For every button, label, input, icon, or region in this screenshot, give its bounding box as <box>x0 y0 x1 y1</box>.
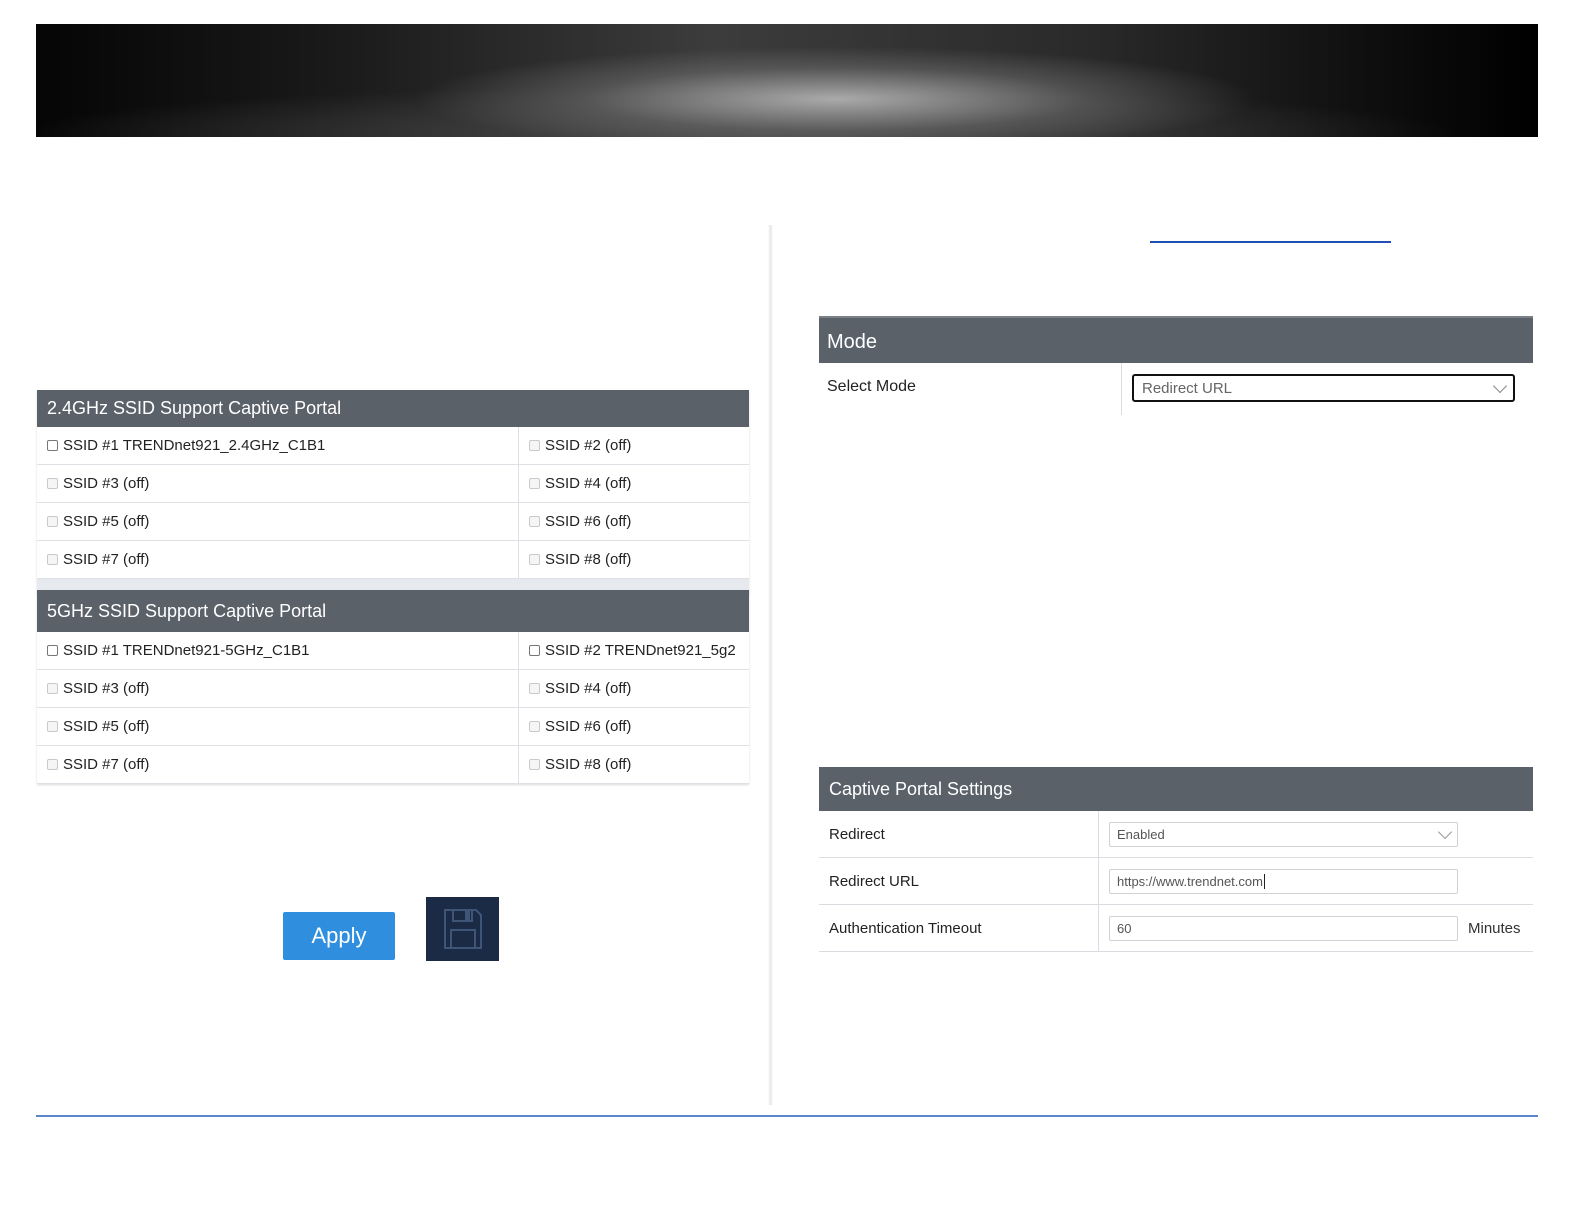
checkbox-icon[interactable] <box>47 440 58 451</box>
redirect-value: Enabled <box>1117 826 1165 842</box>
table-row: SSID #1 TRENDnet921_2.4GHz_C1B1 SSID #2 … <box>37 427 749 465</box>
redirect-url-row: Redirect URL https://www.trendnet.com <box>819 858 1533 905</box>
header-banner <box>36 24 1538 137</box>
redirect-url-label: Redirect URL <box>819 858 1099 904</box>
checkbox-icon <box>529 440 540 451</box>
ssid-5ghz-header: 5GHz SSID Support Captive Portal <box>37 590 749 632</box>
table-row: SSID #7 (off) SSID #8 (off) <box>37 541 749 579</box>
ssid5-8-checkbox: SSID #8 (off) <box>519 746 749 783</box>
captive-portal-panel: Captive Portal Settings Redirect Enabled… <box>819 767 1533 952</box>
ssid5-4-checkbox: SSID #4 (off) <box>519 670 749 707</box>
auth-timeout-row: Authentication Timeout 60 Minutes <box>819 905 1533 952</box>
footer-divider <box>36 1115 1538 1117</box>
checkbox-icon <box>529 759 540 770</box>
ssid5-1-checkbox[interactable]: SSID #1 TRENDnet921-5GHz_C1B1 <box>37 632 519 669</box>
checkbox-icon <box>529 683 540 694</box>
checkbox-icon <box>47 683 58 694</box>
ssid-24ghz-header: 2.4GHz SSID Support Captive Portal <box>37 390 749 427</box>
ssid24-4-checkbox: SSID #4 (off) <box>519 465 749 502</box>
checkbox-icon[interactable] <box>47 645 58 656</box>
checkbox-icon <box>47 759 58 770</box>
text-caret <box>1263 873 1265 889</box>
ssid-24ghz-table: 2.4GHz SSID Support Captive Portal SSID … <box>37 390 749 593</box>
ssid24-3-checkbox: SSID #3 (off) <box>37 465 519 502</box>
checkbox-icon <box>47 478 58 489</box>
mode-panel: Mode Select Mode Redirect URL <box>819 316 1533 415</box>
checkbox-icon <box>47 721 58 732</box>
ssid5-6-checkbox: SSID #6 (off) <box>519 708 749 745</box>
checkbox-icon <box>47 516 58 527</box>
floppy-disk-icon <box>444 909 482 949</box>
table-row: SSID #5 (off) SSID #6 (off) <box>37 503 749 541</box>
table-row: SSID #7 (off) SSID #8 (off) <box>37 746 749 784</box>
table-row: SSID #1 TRENDnet921-5GHz_C1B1 SSID #2 TR… <box>37 632 749 670</box>
table-row: SSID #5 (off) SSID #6 (off) <box>37 708 749 746</box>
ssid24-2-checkbox: SSID #2 (off) <box>519 427 749 464</box>
checkbox-icon <box>529 516 540 527</box>
column-divider <box>768 225 773 1105</box>
select-mode-row: Select Mode Redirect URL <box>819 363 1533 415</box>
mode-header: Mode <box>819 316 1533 363</box>
ssid5-5-checkbox: SSID #5 (off) <box>37 708 519 745</box>
auth-timeout-label: Authentication Timeout <box>819 905 1099 951</box>
ssid5-3-checkbox: SSID #3 (off) <box>37 670 519 707</box>
table-row: SSID #3 (off) SSID #4 (off) <box>37 670 749 708</box>
select-mode-dropdown[interactable]: Redirect URL <box>1132 374 1515 402</box>
ssid24-5-checkbox: SSID #5 (off) <box>37 503 519 540</box>
redirect-label: Redirect <box>819 811 1099 857</box>
redirect-row: Redirect Enabled <box>819 811 1533 858</box>
ssid24-7-checkbox: SSID #7 (off) <box>37 541 519 578</box>
chevron-down-icon <box>1492 378 1508 393</box>
redirect-url-input[interactable]: https://www.trendnet.com <box>1109 868 1458 894</box>
chevron-down-icon <box>1437 824 1453 839</box>
checkbox-icon <box>47 554 58 565</box>
checkbox-icon <box>529 478 540 489</box>
table-row: SSID #3 (off) SSID #4 (off) <box>37 465 749 503</box>
auth-timeout-input[interactable]: 60 <box>1109 915 1458 941</box>
captive-portal-header: Captive Portal Settings <box>819 767 1533 811</box>
select-mode-label: Select Mode <box>819 363 1122 415</box>
ssid24-8-checkbox: SSID #8 (off) <box>519 541 749 578</box>
redirect-dropdown[interactable]: Enabled <box>1109 821 1458 847</box>
ssid5-7-checkbox: SSID #7 (off) <box>37 746 519 783</box>
redirect-url-value: https://www.trendnet.com <box>1117 873 1263 889</box>
hyperlink-underline[interactable] <box>1150 241 1391 243</box>
timeout-unit-label: Minutes <box>1468 919 1521 937</box>
apply-button[interactable]: Apply <box>283 912 395 960</box>
checkbox-icon <box>529 721 540 732</box>
ssid24-6-checkbox: SSID #6 (off) <box>519 503 749 540</box>
auth-timeout-value: 60 <box>1117 920 1132 936</box>
save-button[interactable] <box>426 897 499 961</box>
checkbox-icon[interactable] <box>529 645 540 656</box>
ssid-5ghz-table: 5GHz SSID Support Captive Portal SSID #1… <box>37 590 749 784</box>
ssid24-1-checkbox[interactable]: SSID #1 TRENDnet921_2.4GHz_C1B1 <box>37 427 519 464</box>
ssid5-2-checkbox[interactable]: SSID #2 TRENDnet921_5g2 <box>519 632 749 669</box>
checkbox-icon <box>529 554 540 565</box>
select-mode-value: Redirect URL <box>1142 379 1233 397</box>
